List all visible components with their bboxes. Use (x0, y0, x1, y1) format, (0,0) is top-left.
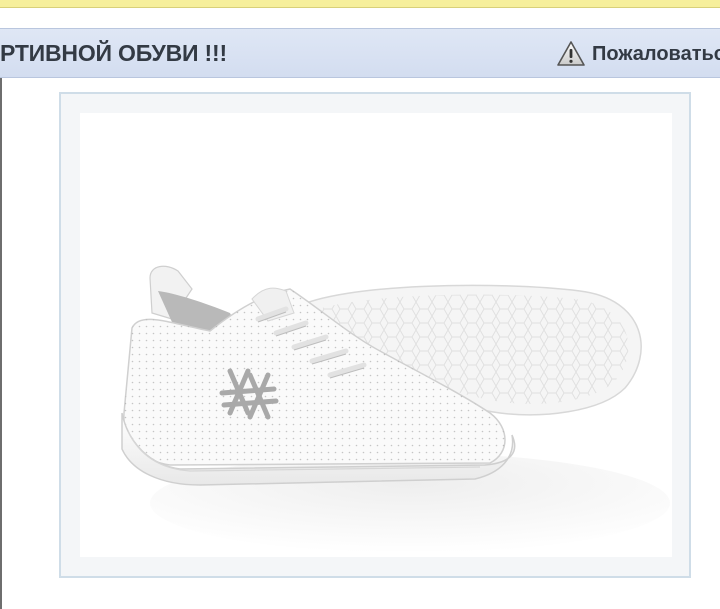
page-left-border (0, 78, 2, 609)
section-header: РТИВНОЙ ОБУВИ !!! Пожаловаться (0, 28, 720, 78)
top-spacer (0, 8, 720, 28)
product-image[interactable] (80, 113, 672, 557)
report-label: Пожаловаться (592, 42, 720, 65)
warning-icon (556, 39, 586, 69)
report-button[interactable]: Пожаловаться (556, 39, 720, 69)
sneaker-photo (121, 265, 670, 553)
top-notice-strip (0, 0, 720, 8)
section-title: РТИВНОЙ ОБУВИ !!! (0, 40, 227, 66)
product-image-frame (59, 92, 691, 578)
